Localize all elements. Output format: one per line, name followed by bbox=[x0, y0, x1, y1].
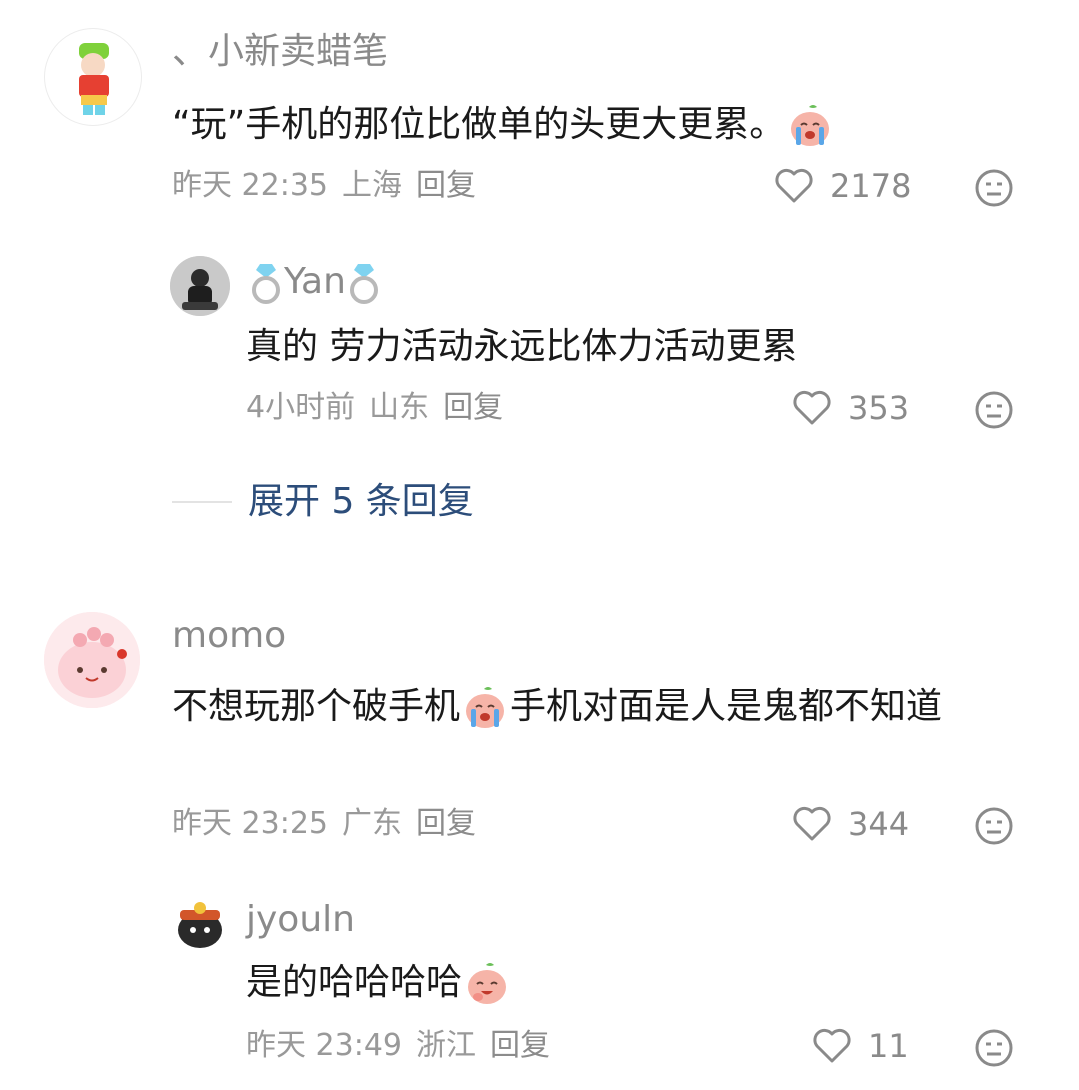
comment-text-content: 手机对面是人是鬼都不知道 bbox=[510, 686, 943, 727]
comment-time: 昨天 23:25 bbox=[172, 806, 328, 841]
reply-text-content: 是的哈哈哈哈 bbox=[246, 962, 463, 1003]
expand-replies-label: 展开 5 条回复 bbox=[248, 481, 474, 522]
dislike-face-icon[interactable] bbox=[974, 168, 1014, 208]
reply-avatar[interactable] bbox=[170, 894, 230, 954]
divider bbox=[172, 501, 232, 503]
comment-text-content: 不想玩那个破手机 bbox=[172, 686, 461, 727]
reply-button[interactable]: 回复 bbox=[416, 806, 476, 841]
like-button[interactable]: 344 bbox=[792, 804, 909, 844]
like-button[interactable]: 2178 bbox=[774, 166, 911, 206]
dislike-face-icon[interactable] bbox=[974, 1028, 1014, 1068]
reply-meta: 昨天 23:49 浙江 回复 bbox=[246, 1026, 564, 1066]
like-count: 2178 bbox=[830, 167, 912, 205]
expand-replies-button[interactable]: 展开 5 条回复 bbox=[172, 480, 474, 524]
comment-author[interactable]: 、小新卖蜡笔 bbox=[172, 30, 388, 74]
like-button[interactable]: 353 bbox=[792, 388, 909, 428]
comment-time: 昨天 22:35 bbox=[172, 168, 328, 203]
reply-text: 真的 劳力活动永远比体力活动更累 bbox=[246, 326, 798, 367]
comment-text-content: “玩”手机的那位比做单的头更大更累。 bbox=[172, 104, 786, 145]
avatar[interactable] bbox=[44, 612, 140, 708]
dislike-face-icon[interactable] bbox=[974, 390, 1014, 430]
ring-emoji bbox=[349, 264, 378, 304]
like-count: 344 bbox=[848, 805, 910, 843]
reply-avatar[interactable] bbox=[170, 256, 230, 316]
heart-icon bbox=[813, 1028, 851, 1063]
reply-text: 是的哈哈哈哈 bbox=[246, 956, 1016, 1010]
laughing-peach-emoji bbox=[468, 963, 507, 1004]
heart-icon bbox=[793, 806, 831, 841]
dislike-face-icon[interactable] bbox=[974, 806, 1014, 846]
heart-icon bbox=[775, 168, 813, 203]
reply-time: 4小时前 bbox=[246, 390, 356, 425]
reply-button[interactable]: 回复 bbox=[490, 1028, 550, 1063]
reply-location: 浙江 bbox=[416, 1028, 476, 1063]
heart-icon bbox=[793, 390, 831, 425]
comment-location: 上海 bbox=[342, 168, 402, 203]
avatar[interactable] bbox=[44, 28, 142, 126]
ring-emoji bbox=[252, 264, 280, 304]
reply-button[interactable]: 回复 bbox=[443, 390, 503, 425]
crying-peach-emoji bbox=[466, 687, 505, 728]
comment-text: 不想玩那个破手机 手机对面是人是鬼都不知道 bbox=[172, 680, 1022, 734]
comment-location: 广东 bbox=[342, 806, 402, 841]
reply-button[interactable]: 回复 bbox=[416, 168, 476, 203]
like-count: 353 bbox=[848, 389, 910, 427]
comment-author[interactable]: momo bbox=[172, 614, 286, 658]
reply-meta: 4小时前 山东 回复 bbox=[246, 388, 517, 428]
reply-time: 昨天 23:49 bbox=[246, 1028, 402, 1063]
comment-meta: 昨天 23:25 广东 回复 bbox=[172, 804, 490, 844]
like-button[interactable]: 11 bbox=[812, 1026, 909, 1066]
comment-text: “玩”手机的那位比做单的头更大更累。 bbox=[172, 98, 1012, 152]
reply-location: 山东 bbox=[369, 390, 430, 425]
reply-author[interactable]: jyouln bbox=[246, 898, 355, 942]
comment-meta: 昨天 22:35 上海 回复 bbox=[172, 166, 490, 206]
crying-peach-emoji bbox=[791, 105, 830, 146]
reply-author[interactable]: Yan bbox=[248, 260, 382, 304]
like-count: 11 bbox=[868, 1027, 909, 1065]
